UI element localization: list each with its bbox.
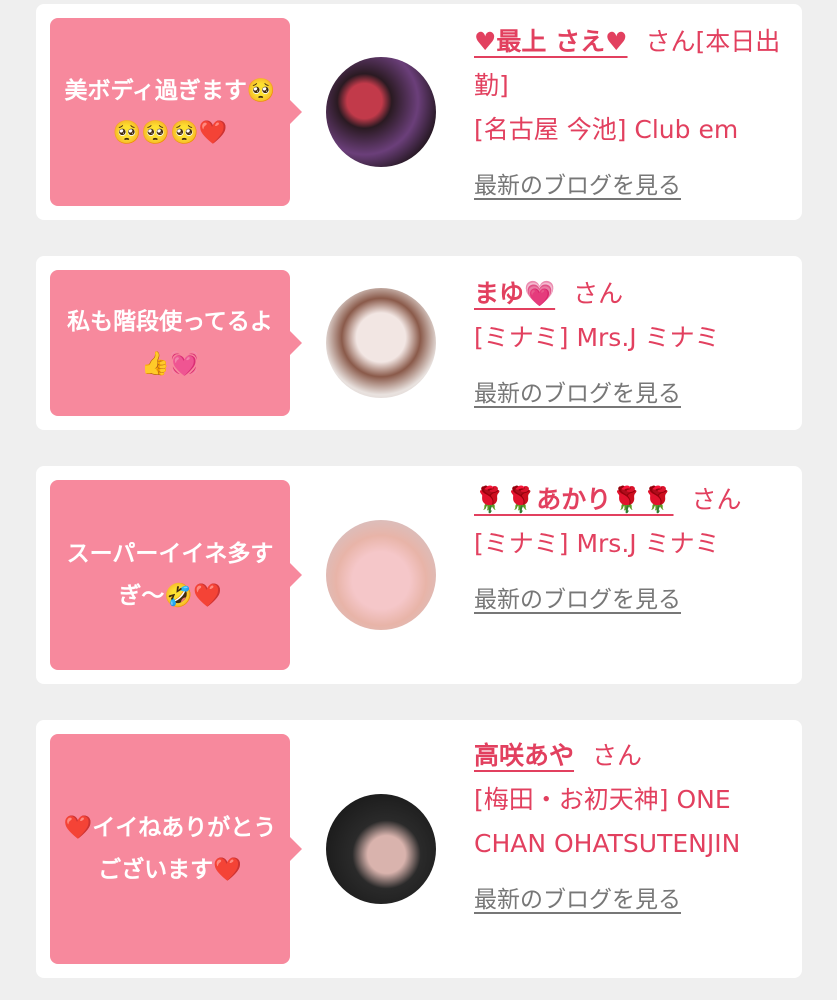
latest-blog-link[interactable]: 最新のブログを見る (474, 878, 784, 922)
avatar[interactable] (326, 57, 436, 167)
profile-name-link[interactable]: ♥最上 さえ♥ (474, 27, 628, 56)
profile-info: 🌹🌹あかり🌹🌹 さん [ミナミ] Mrs.J ミナミ 最新のブログを見る (474, 478, 784, 622)
profile-name-link[interactable]: まゆ💗 (474, 279, 555, 308)
name-line: 🌹🌹あかり🌹🌹 さん (474, 478, 784, 522)
list-item: スーパーイイネ多すぎ〜🤣❤️ 🌹🌹あかり🌹🌹 さん [ミナミ] Mrs.J ミナミ… (36, 466, 802, 684)
list-item: ❤️イイねありがとうございます❤️ 高咲あや さん [梅田・お初天神] ONE C… (36, 720, 802, 978)
avatar[interactable] (326, 520, 436, 630)
shop-name: [名古屋 今池] Club em (474, 115, 739, 144)
honorific: さん (592, 741, 643, 770)
avatar[interactable] (326, 288, 436, 398)
profile-info: ♥最上 さえ♥ さん[本日出勤] [名古屋 今池] Club em 最新のブログを… (474, 20, 784, 208)
blog-comment-list: 美ボディ過ぎます🥺🥺🥺🥺❤️ ♥最上 さえ♥ さん[本日出勤] [名古屋 今池] … (0, 0, 837, 1000)
comment-bubble: 私も階段使ってるよ👍💓 (50, 270, 302, 416)
profile-name-link[interactable]: 高咲あや (474, 741, 574, 770)
latest-blog-link[interactable]: 最新のブログを見る (474, 164, 784, 208)
name-line: 高咲あや さん (474, 734, 784, 778)
honorific: さん (573, 279, 624, 308)
list-item: 私も階段使ってるよ👍💓 まゆ💗 さん [ミナミ] Mrs.J ミナミ 最新のブログ… (36, 256, 802, 430)
comment-bubble: スーパーイイネ多すぎ〜🤣❤️ (50, 480, 302, 670)
honorific: さん (691, 485, 742, 514)
comment-text: 私も階段使ってるよ👍💓 (67, 309, 273, 377)
shop-name: [ミナミ] Mrs.J ミナミ (474, 323, 720, 352)
comment-text: 美ボディ過ぎます🥺🥺🥺🥺❤️ (64, 78, 276, 146)
shop-name: [梅田・お初天神] ONE CHAN OHATSUTENJIN (474, 785, 741, 858)
avatar[interactable] (326, 794, 436, 904)
latest-blog-link[interactable]: 最新のブログを見る (474, 578, 784, 622)
shop-name: [ミナミ] Mrs.J ミナミ (474, 529, 720, 558)
profile-info: 高咲あや さん [梅田・お初天神] ONE CHAN OHATSUTENJIN 最… (474, 734, 784, 922)
profile-name-link[interactable]: 🌹🌹あかり🌹🌹 (474, 485, 674, 514)
list-item: 美ボディ過ぎます🥺🥺🥺🥺❤️ ♥最上 さえ♥ さん[本日出勤] [名古屋 今池] … (36, 4, 802, 220)
name-line: まゆ💗 さん (474, 272, 784, 316)
profile-info: まゆ💗 さん [ミナミ] Mrs.J ミナミ 最新のブログを見る (474, 272, 784, 416)
comment-bubble: 美ボディ過ぎます🥺🥺🥺🥺❤️ (50, 18, 302, 206)
comment-text: ❤️イイねありがとうございます❤️ (63, 815, 277, 883)
comment-bubble: ❤️イイねありがとうございます❤️ (50, 734, 302, 964)
latest-blog-link[interactable]: 最新のブログを見る (474, 372, 784, 416)
name-line: ♥最上 さえ♥ さん[本日出勤] (474, 20, 784, 108)
comment-text: スーパーイイネ多すぎ〜🤣❤️ (66, 541, 274, 609)
